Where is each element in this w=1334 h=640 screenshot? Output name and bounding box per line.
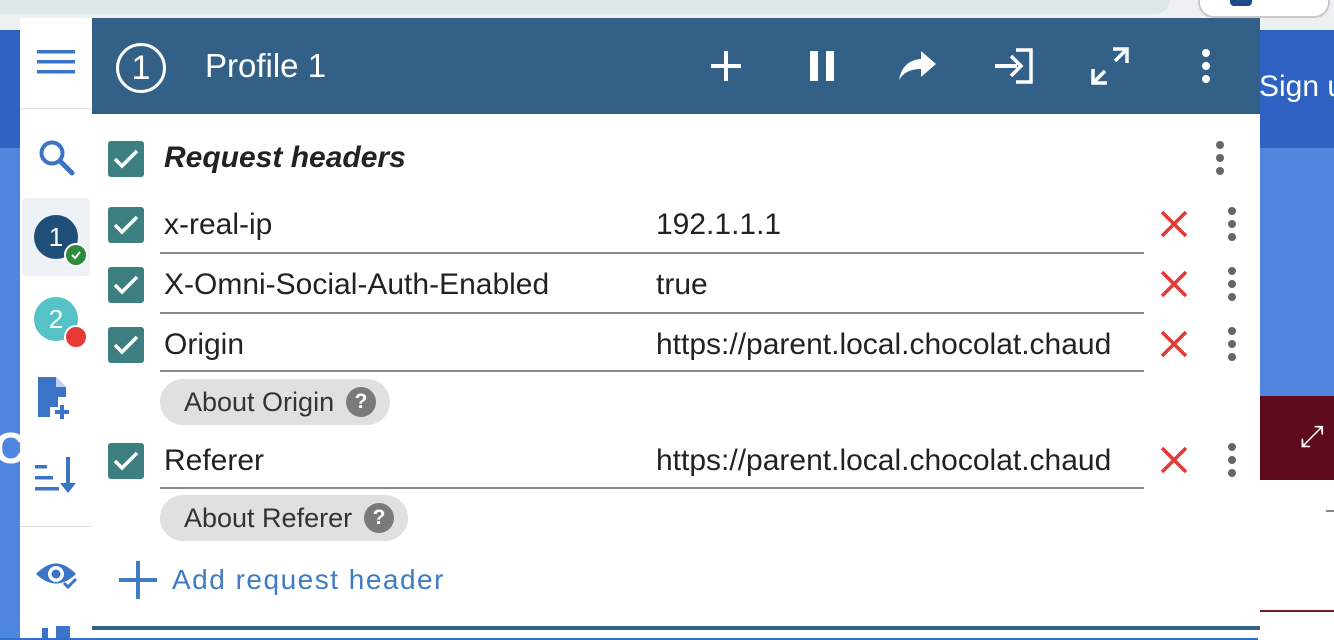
profile-header: 1 Profile 1 bbox=[92, 18, 1260, 114]
header-menu-icon[interactable] bbox=[1222, 204, 1242, 244]
login-icon[interactable] bbox=[990, 42, 1038, 90]
header-menu-icon[interactable] bbox=[1222, 440, 1242, 480]
status-ok-icon bbox=[64, 243, 88, 267]
header-value-field[interactable]: https://parent.local.chocolat.chaud bbox=[656, 444, 1142, 478]
status-error-icon bbox=[64, 325, 88, 349]
page-background-left-top bbox=[0, 30, 20, 148]
menu-icon[interactable] bbox=[20, 40, 92, 84]
add-request-header-button[interactable]: Add request header bbox=[118, 560, 445, 600]
page-background-left bbox=[0, 148, 20, 638]
row-divider bbox=[160, 252, 1144, 254]
header-name-field[interactable]: X-Omni-Social-Auth-Enabled bbox=[164, 268, 549, 302]
add-request-header-label: Add request header bbox=[172, 564, 445, 595]
about-chip-label: About Origin bbox=[184, 386, 335, 417]
browser-profile-pill[interactable] bbox=[1198, 0, 1330, 18]
header-name-field[interactable]: Referer bbox=[164, 444, 264, 478]
page-expand-icon: ⤢ bbox=[1300, 420, 1324, 453]
header-menu-icon[interactable] bbox=[1222, 264, 1242, 304]
section-checkbox[interactable] bbox=[108, 141, 144, 177]
panel-bottom-border bbox=[92, 626, 1260, 630]
profile-title[interactable]: Profile 1 bbox=[205, 47, 326, 85]
delete-icon[interactable] bbox=[1156, 266, 1192, 302]
delete-icon[interactable] bbox=[1156, 206, 1192, 242]
header-enabled-checkbox[interactable] bbox=[108, 443, 144, 479]
page-footer-strip bbox=[1258, 610, 1334, 640]
profile-1-avatar: 1 bbox=[34, 215, 88, 267]
add-file-icon[interactable] bbox=[20, 374, 92, 420]
section-menu-icon[interactable] bbox=[1210, 138, 1230, 178]
page-hero-strip bbox=[1258, 148, 1334, 396]
header-value-field[interactable]: 192.1.1.1 bbox=[656, 208, 1142, 242]
profile-2-avatar: 2 bbox=[34, 297, 88, 349]
profile-number-badge: 1 bbox=[116, 43, 166, 93]
about-chip-label: About Referer bbox=[184, 502, 353, 533]
about-referer-chip[interactable]: About Referer ? bbox=[160, 495, 409, 541]
sort-icon[interactable] bbox=[20, 450, 92, 500]
header-value-field[interactable]: https://parent.local.chocolat.chaud bbox=[656, 328, 1142, 362]
delete-icon[interactable] bbox=[1156, 326, 1192, 362]
row-divider bbox=[160, 487, 1144, 489]
plus-icon bbox=[119, 561, 157, 599]
header-enabled-checkbox[interactable] bbox=[108, 327, 144, 363]
eye-icon[interactable] bbox=[20, 554, 92, 594]
search-icon[interactable] bbox=[20, 134, 92, 180]
header-name-field[interactable]: x-real-ip bbox=[164, 208, 272, 242]
page-sign-up-link[interactable]: Sign u bbox=[1259, 70, 1334, 104]
profile-2-button[interactable]: 2 bbox=[20, 296, 92, 349]
page-divider bbox=[1326, 510, 1334, 512]
header-enabled-checkbox[interactable] bbox=[108, 267, 144, 303]
about-origin-chip[interactable]: About Origin ? bbox=[160, 379, 391, 425]
header-enabled-checkbox[interactable] bbox=[108, 207, 144, 243]
pause-icon[interactable] bbox=[798, 42, 846, 90]
profile-1-button[interactable]: 1 bbox=[20, 214, 92, 267]
add-icon[interactable] bbox=[702, 42, 750, 90]
header-menu-icon[interactable] bbox=[1222, 324, 1242, 364]
delete-icon[interactable] bbox=[1156, 442, 1192, 478]
address-bar[interactable] bbox=[0, 0, 1170, 14]
profile-2-number: 2 bbox=[48, 303, 64, 334]
more-vert-icon[interactable] bbox=[1182, 42, 1230, 90]
row-divider bbox=[160, 312, 1144, 314]
section-title: Request headers bbox=[164, 141, 406, 174]
help-icon: ? bbox=[364, 503, 395, 533]
expand-icon[interactable] bbox=[1086, 42, 1134, 90]
more-sidebar-icon[interactable] bbox=[20, 624, 92, 638]
header-value-field[interactable]: true bbox=[656, 268, 1142, 302]
header-name-field[interactable]: Origin bbox=[164, 328, 244, 362]
extension-sidebar: 1 2 bbox=[20, 18, 93, 638]
help-icon: ? bbox=[346, 387, 377, 417]
row-divider bbox=[160, 370, 1144, 372]
share-icon[interactable] bbox=[894, 42, 942, 90]
profile-1-number: 1 bbox=[48, 221, 64, 252]
